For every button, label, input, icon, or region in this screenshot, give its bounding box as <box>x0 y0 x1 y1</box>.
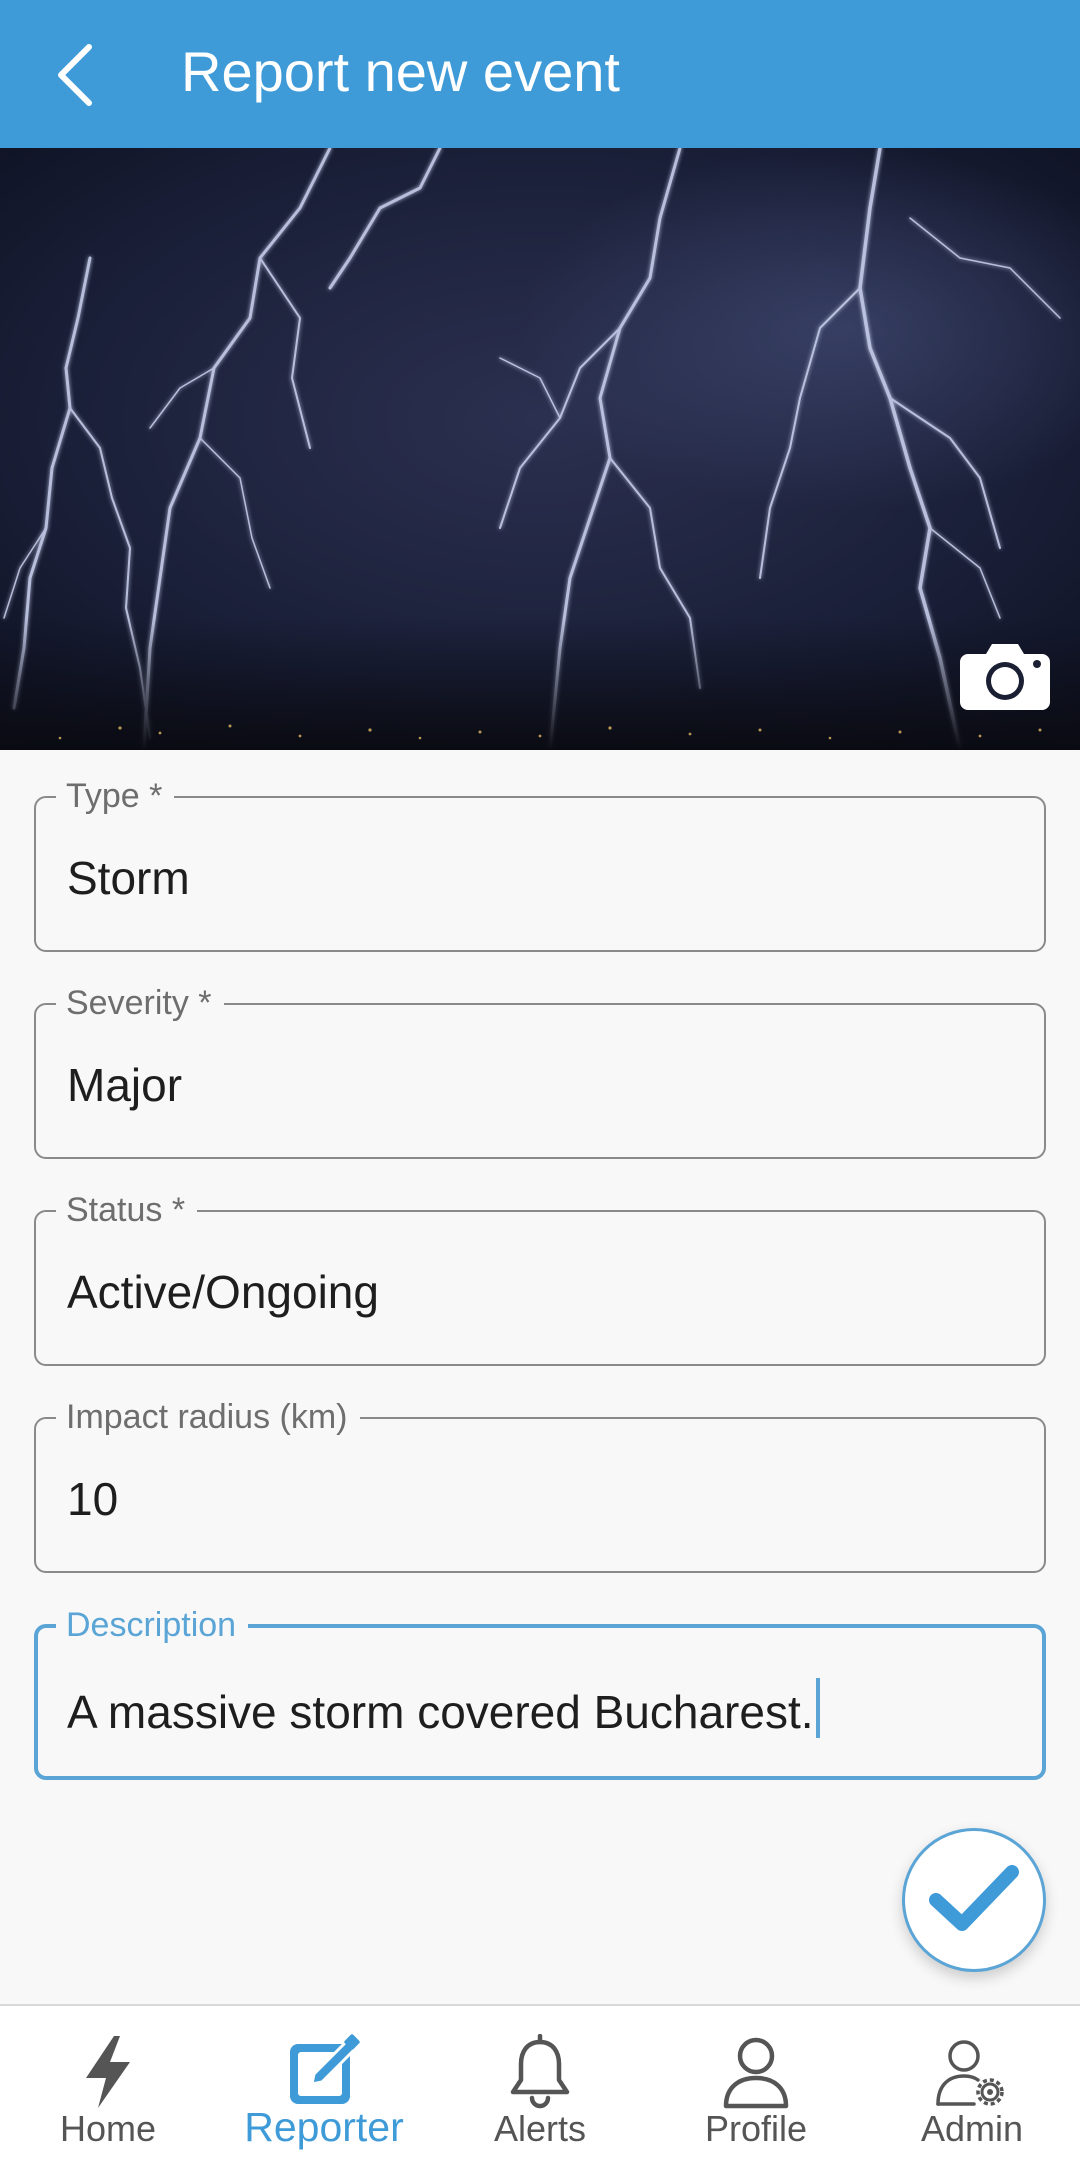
bell-icon <box>498 2030 582 2114</box>
back-button[interactable] <box>40 30 110 120</box>
severity-label: Severity * <box>56 981 224 1025</box>
camera-button[interactable] <box>958 638 1052 712</box>
bottom-navigation: Home Reporter Alerts Profile Admin <box>0 2004 1080 2175</box>
event-photo[interactable] <box>0 148 1080 750</box>
severity-field[interactable]: Severity * Major <box>34 981 1046 1159</box>
lightning-bolt-icon <box>66 2030 150 2114</box>
impact-radius-value: 10 <box>67 1473 119 1525</box>
type-value: Storm <box>67 852 190 904</box>
admin-settings-icon <box>930 2030 1014 2114</box>
status-label: Status * <box>56 1188 198 1232</box>
nav-item-admin[interactable]: Admin <box>864 2006 1080 2175</box>
chevron-left-icon <box>58 44 92 106</box>
nav-item-profile[interactable]: Profile <box>648 2006 864 2175</box>
submit-button[interactable] <box>902 1828 1046 1972</box>
lightning-storm-photo <box>0 148 1080 750</box>
type-label: Type * <box>56 774 175 818</box>
nav-item-reporter[interactable]: Reporter <box>216 2006 432 2175</box>
type-field[interactable]: Type * Storm <box>34 774 1046 952</box>
nav-label-reporter: Reporter <box>244 2104 404 2150</box>
nav-item-alerts[interactable]: Alerts <box>432 2006 648 2175</box>
app-root: Report new event Type * Storm Severity *… <box>0 0 1080 2175</box>
camera-icon <box>960 644 1050 710</box>
description-value: A massive storm covered Bucharest. <box>67 1686 814 1738</box>
app-bar: Report new event <box>0 0 1080 148</box>
person-icon <box>714 2030 798 2114</box>
nav-item-home[interactable]: Home <box>0 2006 216 2175</box>
nav-label-alerts: Alerts <box>493 2108 587 2149</box>
nav-label-admin: Admin <box>920 2108 1024 2149</box>
description-field[interactable]: Description A massive storm covered Buch… <box>34 1603 1046 1780</box>
description-input-line: A massive storm covered Bucharest. <box>67 1678 820 1740</box>
description-label: Description <box>56 1603 249 1647</box>
status-field[interactable]: Status * Active/Ongoing <box>34 1188 1046 1366</box>
nav-label-profile: Profile <box>704 2108 808 2149</box>
edit-icon <box>282 2030 366 2114</box>
status-value: Active/Ongoing <box>67 1266 379 1318</box>
nav-label-home: Home <box>59 2108 157 2149</box>
text-caret <box>815 1678 820 1738</box>
impact-radius-field[interactable]: Impact radius (km) 10 <box>34 1395 1046 1573</box>
severity-value: Major <box>67 1059 183 1111</box>
checkmark-icon <box>929 1865 1019 1931</box>
page-title: Report new event <box>181 40 620 103</box>
impact-radius-label: Impact radius (km) <box>56 1395 360 1439</box>
